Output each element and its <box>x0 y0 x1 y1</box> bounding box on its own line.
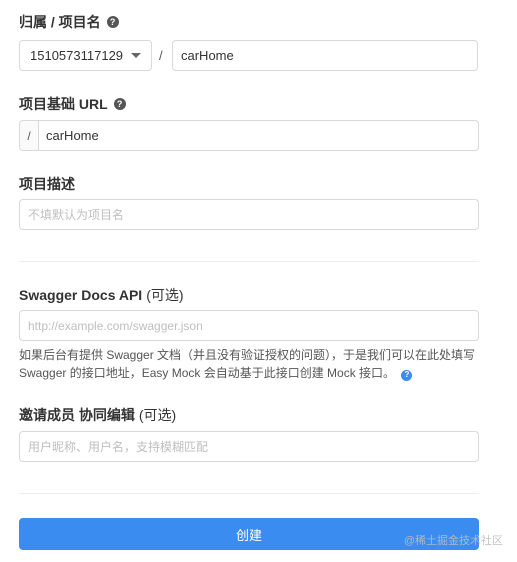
section-divider <box>19 261 479 262</box>
members-input[interactable]: 用户昵称、用户名，支持模糊匹配 <box>19 431 479 462</box>
swagger-url-input[interactable]: http://example.com/swagger.json <box>19 310 479 341</box>
base-url-value: carHome <box>46 128 99 143</box>
swagger-optional: (可选) <box>146 287 184 303</box>
swagger-label-text: Swagger Docs API <box>19 287 143 303</box>
members-placeholder: 用户昵称、用户名，支持模糊匹配 <box>28 440 209 454</box>
owner-project-separator: / <box>159 48 163 63</box>
owner-project-label-text: 归属 / 项目名 <box>19 14 101 30</box>
description-input[interactable]: 不填默认为项目名 <box>19 199 479 230</box>
question-circle-icon[interactable]: ? <box>113 98 126 110</box>
project-name-input[interactable]: carHome <box>172 40 478 71</box>
base-url-prefix: / <box>20 121 39 150</box>
owner-select-value: 1510573117129 <box>30 48 124 63</box>
base-url-label-text: 项目基础 URL <box>19 96 108 112</box>
project-name-value: carHome <box>181 48 234 63</box>
watermark: @稀土掘金技术社区 <box>403 535 503 547</box>
description-placeholder: 不填默认为项目名 <box>28 208 125 222</box>
swagger-help-text: 如果后台有提供 Swagger 文档（并且没有验证授权的问题），于是我们可以在此… <box>19 346 481 382</box>
section-divider <box>19 493 479 494</box>
base-url-input[interactable]: / carHome <box>19 120 479 151</box>
caret-down-icon <box>131 53 141 58</box>
members-label-text: 邀请成员 协同编辑 <box>19 407 135 423</box>
swagger-label: Swagger Docs API (可选) <box>19 285 184 305</box>
question-circle-icon[interactable]: ? <box>106 16 119 28</box>
owner-select[interactable]: 1510573117129 <box>19 40 152 71</box>
owner-project-label: 归属 / 项目名 ? <box>19 12 119 32</box>
members-optional: (可选) <box>138 407 177 423</box>
description-label: 项目描述 <box>19 174 75 194</box>
question-circle-icon[interactable]: ? <box>401 369 413 381</box>
members-label: 邀请成员 协同编辑 (可选) <box>19 405 176 425</box>
description-label-text: 项目描述 <box>19 176 75 192</box>
swagger-placeholder: http://example.com/swagger.json <box>28 318 203 333</box>
base-url-label: 项目基础 URL ? <box>19 94 126 114</box>
